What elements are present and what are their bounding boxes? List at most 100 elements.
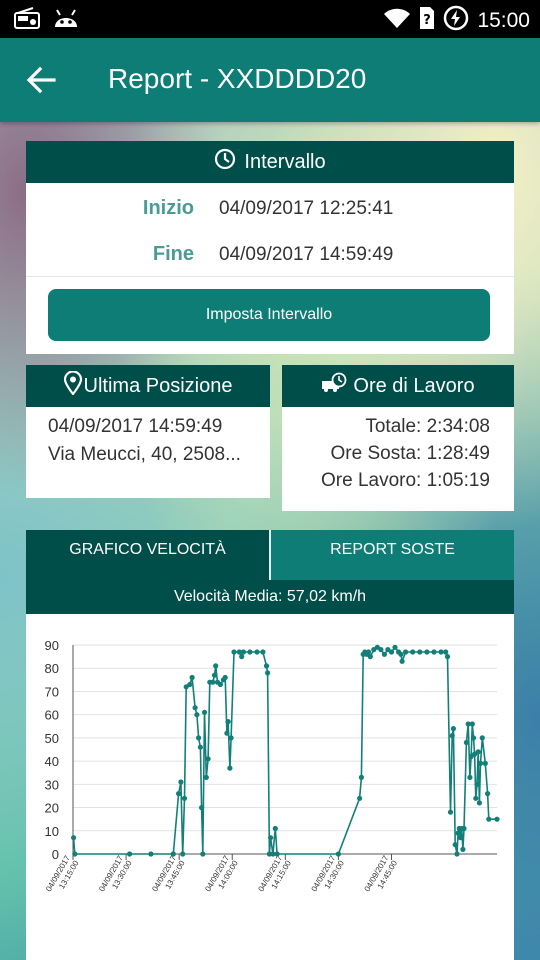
speed-data-point bbox=[268, 835, 274, 841]
speed-data-point bbox=[443, 649, 449, 655]
android-icon bbox=[52, 7, 80, 34]
speed-data-point bbox=[438, 649, 444, 655]
speed-data-point bbox=[189, 674, 195, 681]
last-position-header-label: Ultima Posizione bbox=[83, 374, 233, 397]
x-tick-label: 04/09/201714:30:00 bbox=[310, 854, 347, 899]
speed-data-point bbox=[367, 654, 373, 660]
work-hours-card: Ore di Lavoro Totale: 2:34:08 Ore Sosta:… bbox=[282, 365, 514, 511]
speed-data-point bbox=[461, 825, 467, 832]
speed-data-point bbox=[476, 800, 482, 806]
end-value: 04/09/2017 14:59:49 bbox=[219, 244, 394, 265]
interval-end-row: Fine 04/09/2017 14:59:49 bbox=[26, 241, 514, 271]
speed-data-point bbox=[486, 816, 492, 822]
speed-data-point bbox=[274, 851, 280, 857]
speed-data-point bbox=[467, 774, 473, 780]
status-clock: 15:00 bbox=[477, 8, 530, 32]
speed-data-point bbox=[265, 670, 271, 676]
speed-data-point bbox=[199, 805, 205, 811]
speed-data-point bbox=[475, 749, 481, 755]
last-position-timestamp: 04/09/2017 14:59:49 bbox=[48, 416, 223, 437]
y-tick-label: 60 bbox=[45, 708, 59, 723]
speed-data-point bbox=[482, 760, 488, 766]
speed-data-point bbox=[211, 672, 218, 678]
speed-data-point bbox=[410, 649, 416, 655]
arrow-back-icon[interactable] bbox=[26, 66, 56, 94]
divider bbox=[26, 276, 514, 277]
speed-data-point bbox=[224, 730, 230, 736]
set-interval-button[interactable]: Imposta Intervallo bbox=[48, 289, 490, 341]
y-tick-label: 10 bbox=[45, 824, 59, 839]
speed-data-point bbox=[399, 658, 405, 664]
speed-chart: 0 10 20 30 40 50 60 70 80 90 04/09/201713:15:00 04/… bbox=[44, 638, 500, 899]
speed-data-point bbox=[239, 654, 245, 660]
speed-data-point bbox=[424, 649, 430, 655]
speed-series-line bbox=[72, 645, 497, 855]
speed-data-point bbox=[455, 830, 461, 836]
speed-data-point bbox=[201, 709, 208, 715]
speed-data-point bbox=[178, 779, 184, 785]
speed-data-point bbox=[192, 705, 198, 711]
y-tick-label: 50 bbox=[45, 731, 59, 746]
speed-data-point bbox=[463, 739, 469, 746]
end-label: Fine bbox=[152, 243, 194, 265]
speed-data-point bbox=[358, 774, 364, 780]
app-bar: Report - XXDDDD20 bbox=[0, 38, 540, 122]
speed-data-point bbox=[194, 712, 200, 718]
working-hours: Ore Lavoro: 1:05:19 bbox=[321, 470, 490, 491]
speed-data-point bbox=[473, 795, 479, 801]
battery-charging-icon bbox=[443, 5, 469, 36]
svg-text:?: ? bbox=[424, 13, 432, 28]
speed-chart-card: 0 10 20 30 40 50 60 70 80 90 04/09/201713:15:00 04/… bbox=[26, 614, 514, 960]
speed-data-point bbox=[388, 649, 395, 655]
speed-data-point bbox=[365, 649, 372, 655]
speed-data-point bbox=[222, 674, 228, 681]
x-tick-label: 04/09/201713:45:00 bbox=[150, 854, 187, 899]
stop-hours: Ore Sosta: 1:28:49 bbox=[330, 443, 491, 464]
speed-data-point bbox=[72, 851, 78, 857]
y-tick-label: 90 bbox=[45, 638, 59, 653]
speed-data-point bbox=[205, 756, 211, 762]
y-tick-label: 80 bbox=[45, 661, 59, 676]
report-tabs: GRAFICO VELOCITÀ REPORT SOSTE bbox=[26, 530, 514, 580]
speed-data-point bbox=[71, 835, 77, 841]
interval-header: Intervallo bbox=[26, 141, 514, 183]
speed-data-point bbox=[240, 649, 246, 655]
speed-data-point bbox=[180, 851, 186, 857]
speed-data-point bbox=[417, 649, 423, 655]
speed-data-point bbox=[228, 735, 234, 741]
y-tick-label: 30 bbox=[45, 777, 59, 792]
speed-data-point bbox=[217, 681, 223, 688]
speed-data-point bbox=[148, 851, 154, 857]
interval-start-row: Inizio 04/09/2017 12:25:41 bbox=[26, 195, 514, 225]
x-tick-label: 04/09/201714:15:00 bbox=[256, 854, 293, 899]
speed-data-point bbox=[452, 842, 458, 848]
speed-data-point bbox=[398, 651, 404, 657]
speed-data-point bbox=[200, 851, 206, 857]
speed-data-point bbox=[187, 681, 193, 688]
interval-header-label: Intervallo bbox=[244, 150, 326, 173]
speed-data-point bbox=[457, 835, 464, 841]
speed-data-point bbox=[196, 735, 202, 741]
speed-data-point bbox=[474, 781, 480, 787]
average-speed-header: Velocità Media: 57,02 km/h bbox=[26, 580, 514, 614]
last-position-address: Via Meucci, 40, 2508... bbox=[48, 444, 241, 465]
speed-data-point bbox=[254, 649, 260, 655]
y-tick-label: 70 bbox=[45, 684, 59, 699]
tab-speed-chart[interactable]: GRAFICO VELOCITÀ bbox=[26, 530, 269, 580]
total-hours: Totale: 2:34:08 bbox=[365, 416, 490, 437]
speed-data-point bbox=[454, 851, 460, 857]
tab-stop-report[interactable]: REPORT SOSTE bbox=[269, 530, 514, 580]
speed-data-point bbox=[357, 795, 363, 801]
start-value: 04/09/2017 12:25:41 bbox=[219, 198, 394, 219]
speed-data-point bbox=[460, 846, 466, 852]
x-tick-label: 04/09/201714:00:00 bbox=[203, 854, 240, 899]
speed-data-point bbox=[479, 735, 485, 741]
speed-data-point bbox=[469, 721, 475, 727]
y-tick-label: 40 bbox=[45, 754, 59, 769]
radio-icon bbox=[14, 7, 40, 34]
speed-data-point bbox=[378, 647, 384, 653]
x-tick-label: 04/09/201713:30:00 bbox=[97, 854, 134, 899]
speed-data-point bbox=[263, 663, 270, 669]
speed-data-point bbox=[450, 726, 456, 732]
y-tick-label: 0 bbox=[52, 847, 59, 862]
